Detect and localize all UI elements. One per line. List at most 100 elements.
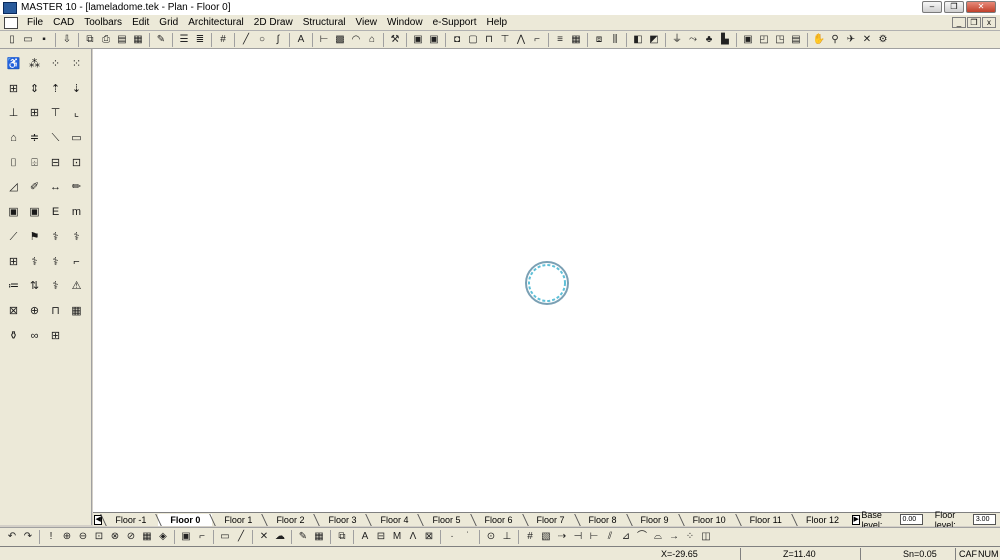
wall-tool-icon[interactable]: ▭ [67,129,86,148]
save-icon[interactable]: ▪ [37,33,51,47]
import-icon[interactable]: ⇩ [60,33,74,47]
cross-icon[interactable]: ✕ [257,530,271,544]
elevation2-icon[interactable]: ⊞ [25,104,44,123]
maximize-button[interactable]: ❐ [944,1,964,13]
floor-tab[interactable]: Floor 12 [794,514,851,526]
block2-icon[interactable]: ▣ [25,203,44,222]
menu-cad[interactable]: CAD [48,16,79,30]
pencil-icon[interactable]: ✏ [67,178,86,197]
zoom-out-icon[interactable]: ⊖ [76,530,90,544]
chamfer-icon[interactable]: ⌓ [651,530,665,544]
elevation4-icon[interactable]: ⌞ [67,104,86,123]
floor-tab[interactable]: Floor 9 [629,514,681,526]
flag-icon[interactable]: ⚑ [25,228,44,247]
window-view2-icon[interactable]: ▣ [427,33,441,47]
opening-icon[interactable]: ⊟ [46,154,65,173]
floor-tab[interactable]: Floor 4 [368,514,420,526]
menu-e-support[interactable]: e-Support [428,16,482,30]
text-a2-icon[interactable]: Λ [406,530,420,544]
pin-icon[interactable]: ⊙ [484,530,498,544]
stair2-icon[interactable]: ≑ [25,129,44,148]
text-m-icon[interactable]: M [390,530,404,544]
parallel-icon[interactable]: ⫽ [603,530,617,544]
wand2-icon[interactable]: ⚕ [67,228,86,247]
block-icon[interactable]: ▣ [4,203,23,222]
doc-restore-button[interactable]: ❐ [967,17,981,28]
menu-edit[interactable]: Edit [127,16,154,30]
help-icon[interactable]: ⚙ [876,33,890,47]
eraser-icon[interactable]: ✐ [25,178,44,197]
stretch-icon[interactable]: ⇢ [555,530,569,544]
elevation-icon[interactable]: ⊥ [4,104,23,123]
slab-icon[interactable]: ◿ [4,178,23,197]
point2-icon[interactable]: ˙ [461,530,475,544]
menu-structural[interactable]: Structural [298,16,351,30]
menu-view[interactable]: View [350,16,382,30]
calc-icon[interactable]: ▦ [569,33,583,47]
door-icon[interactable]: ⌷ [4,154,23,173]
wall-icon[interactable]: ▢ [466,33,480,47]
arrow-right-icon[interactable]: → [667,530,681,544]
curve-icon[interactable]: ∫ [271,33,285,47]
bend-icon[interactable]: ⤳ [686,33,700,47]
exclamation-icon[interactable]: ! [44,530,58,544]
frame4-icon[interactable]: ▤ [789,33,803,47]
align-icon[interactable]: ≡ [553,33,567,47]
floor-tab[interactable]: Floor 3 [316,514,368,526]
person-icon[interactable]: ♿ [4,55,23,74]
extend-icon[interactable]: ⊢ [587,530,601,544]
doc-minimize-button[interactable]: _ [952,17,966,28]
point-icon[interactable]: · [445,530,459,544]
tag-icon[interactable]: ⌐ [67,253,86,272]
menu-2d-draw[interactable]: 2D Draw [249,16,298,30]
edit-box-icon[interactable]: ✎ [296,530,310,544]
render-icon[interactable]: ◧ [631,33,645,47]
building-icon[interactable]: ▙ [718,33,732,47]
wand-icon[interactable]: ⚕ [46,228,65,247]
dim-point-icon[interactable]: ⁂ [25,55,44,74]
array-icon[interactable]: # [523,530,537,544]
floor-tab-active[interactable]: Floor 0 [158,513,213,526]
floor-tab[interactable]: Floor 10 [681,514,738,526]
text-x-icon[interactable]: ⊠ [422,530,436,544]
cancel-icon[interactable]: ✕ [860,33,874,47]
list-icon[interactable]: ☰ [177,33,191,47]
doc-close-button[interactable]: x [982,17,996,28]
base-level-input[interactable]: 0.00 [899,514,923,525]
zoom-all-icon[interactable]: ⊗ [108,530,122,544]
snap-icon[interactable]: ▣ [179,530,193,544]
trim-icon[interactable]: ⊣ [571,530,585,544]
group-icon[interactable]: ⊞ [4,253,23,272]
floor-tab[interactable]: Floor 7 [525,514,577,526]
level-down-icon[interactable]: ⇣ [67,80,86,99]
menu-window[interactable]: Window [382,16,428,30]
menu-grid[interactable]: Grid [154,16,183,30]
delete-tool-icon[interactable]: ⊠ [4,302,23,321]
dim-red-icon[interactable]: ⁙ [67,55,86,74]
fly-icon[interactable]: ✈ [844,33,858,47]
document-menu-icon[interactable] [4,16,18,29]
ramp-icon[interactable]: ⟍ [46,129,65,148]
dim-line-icon[interactable]: ⁘ [46,55,65,74]
level-icon[interactable]: ⊞ [4,80,23,99]
rect-icon[interactable]: ▭ [218,530,232,544]
arc-icon[interactable]: ◠ [349,33,363,47]
pipe-icon[interactable]: ⊕ [25,302,44,321]
window-tool-icon[interactable]: ⌹ [25,154,44,173]
highlight-icon[interactable]: ⚠ [67,277,86,296]
beam-icon[interactable]: ⊤ [498,33,512,47]
text-icon[interactable]: A [294,33,308,47]
copy-tool-icon[interactable]: ⧉ [335,530,349,544]
edit-icon[interactable]: ✎ [154,33,168,47]
text-box-icon[interactable]: ⊟ [374,530,388,544]
opening2-icon[interactable]: ⊡ [67,154,86,173]
menu-file[interactable]: File [22,16,48,30]
floor-tab[interactable]: Floor 8 [577,514,629,526]
drawing-canvas[interactable] [93,49,1000,512]
close-button[interactable]: ✕ [966,1,996,13]
paint2-icon[interactable]: ⚕ [46,253,65,272]
window-box-icon[interactable]: ◫ [699,530,713,544]
frame2-icon[interactable]: ◰ [757,33,771,47]
undo-icon[interactable]: ↶ [5,530,19,544]
brush-icon[interactable]: ⟋ [4,228,23,247]
